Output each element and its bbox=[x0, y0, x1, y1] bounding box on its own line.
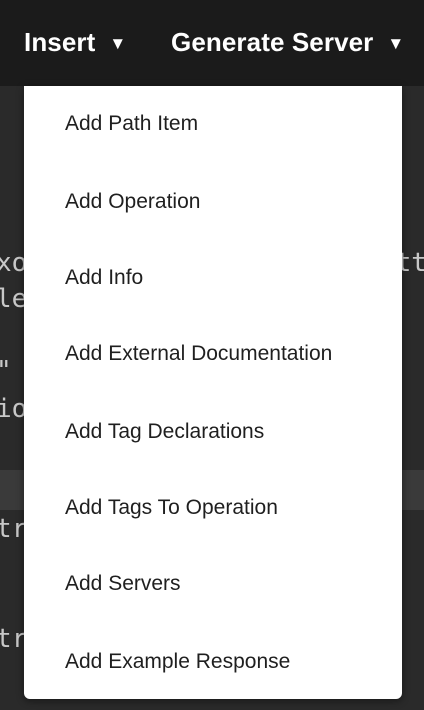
code-fragment: " bbox=[0, 356, 12, 386]
generate-server-menu-label: Generate Server bbox=[171, 26, 374, 57]
insert-menu-button[interactable]: Insert ▼ bbox=[24, 22, 126, 62]
insert-menu-label: Insert bbox=[24, 26, 96, 57]
menu-item-add-info[interactable]: Add Info bbox=[24, 258, 402, 298]
chevron-down-icon: ▼ bbox=[387, 33, 405, 53]
menu-item-add-tag-declarations[interactable]: Add Tag Declarations bbox=[24, 412, 402, 452]
menu-item-add-servers[interactable]: Add Servers bbox=[24, 564, 402, 604]
menu-item-add-tags-to-operation[interactable]: Add Tags To Operation bbox=[24, 488, 402, 528]
top-menubar: Insert ▼ Generate Server ▼ bbox=[0, 0, 424, 86]
menu-item-add-path-item[interactable]: Add Path Item bbox=[24, 104, 402, 144]
menu-item-add-external-documentation[interactable]: Add External Documentation bbox=[24, 334, 402, 374]
chevron-down-icon: ▼ bbox=[109, 33, 127, 53]
insert-dropdown-menu: Add Path Item Add Operation Add Info Add… bbox=[24, 86, 402, 699]
generate-server-menu-button[interactable]: Generate Server ▼ bbox=[171, 22, 404, 62]
menu-item-add-example-response[interactable]: Add Example Response bbox=[24, 642, 402, 682]
menu-item-add-operation[interactable]: Add Operation bbox=[24, 182, 402, 222]
